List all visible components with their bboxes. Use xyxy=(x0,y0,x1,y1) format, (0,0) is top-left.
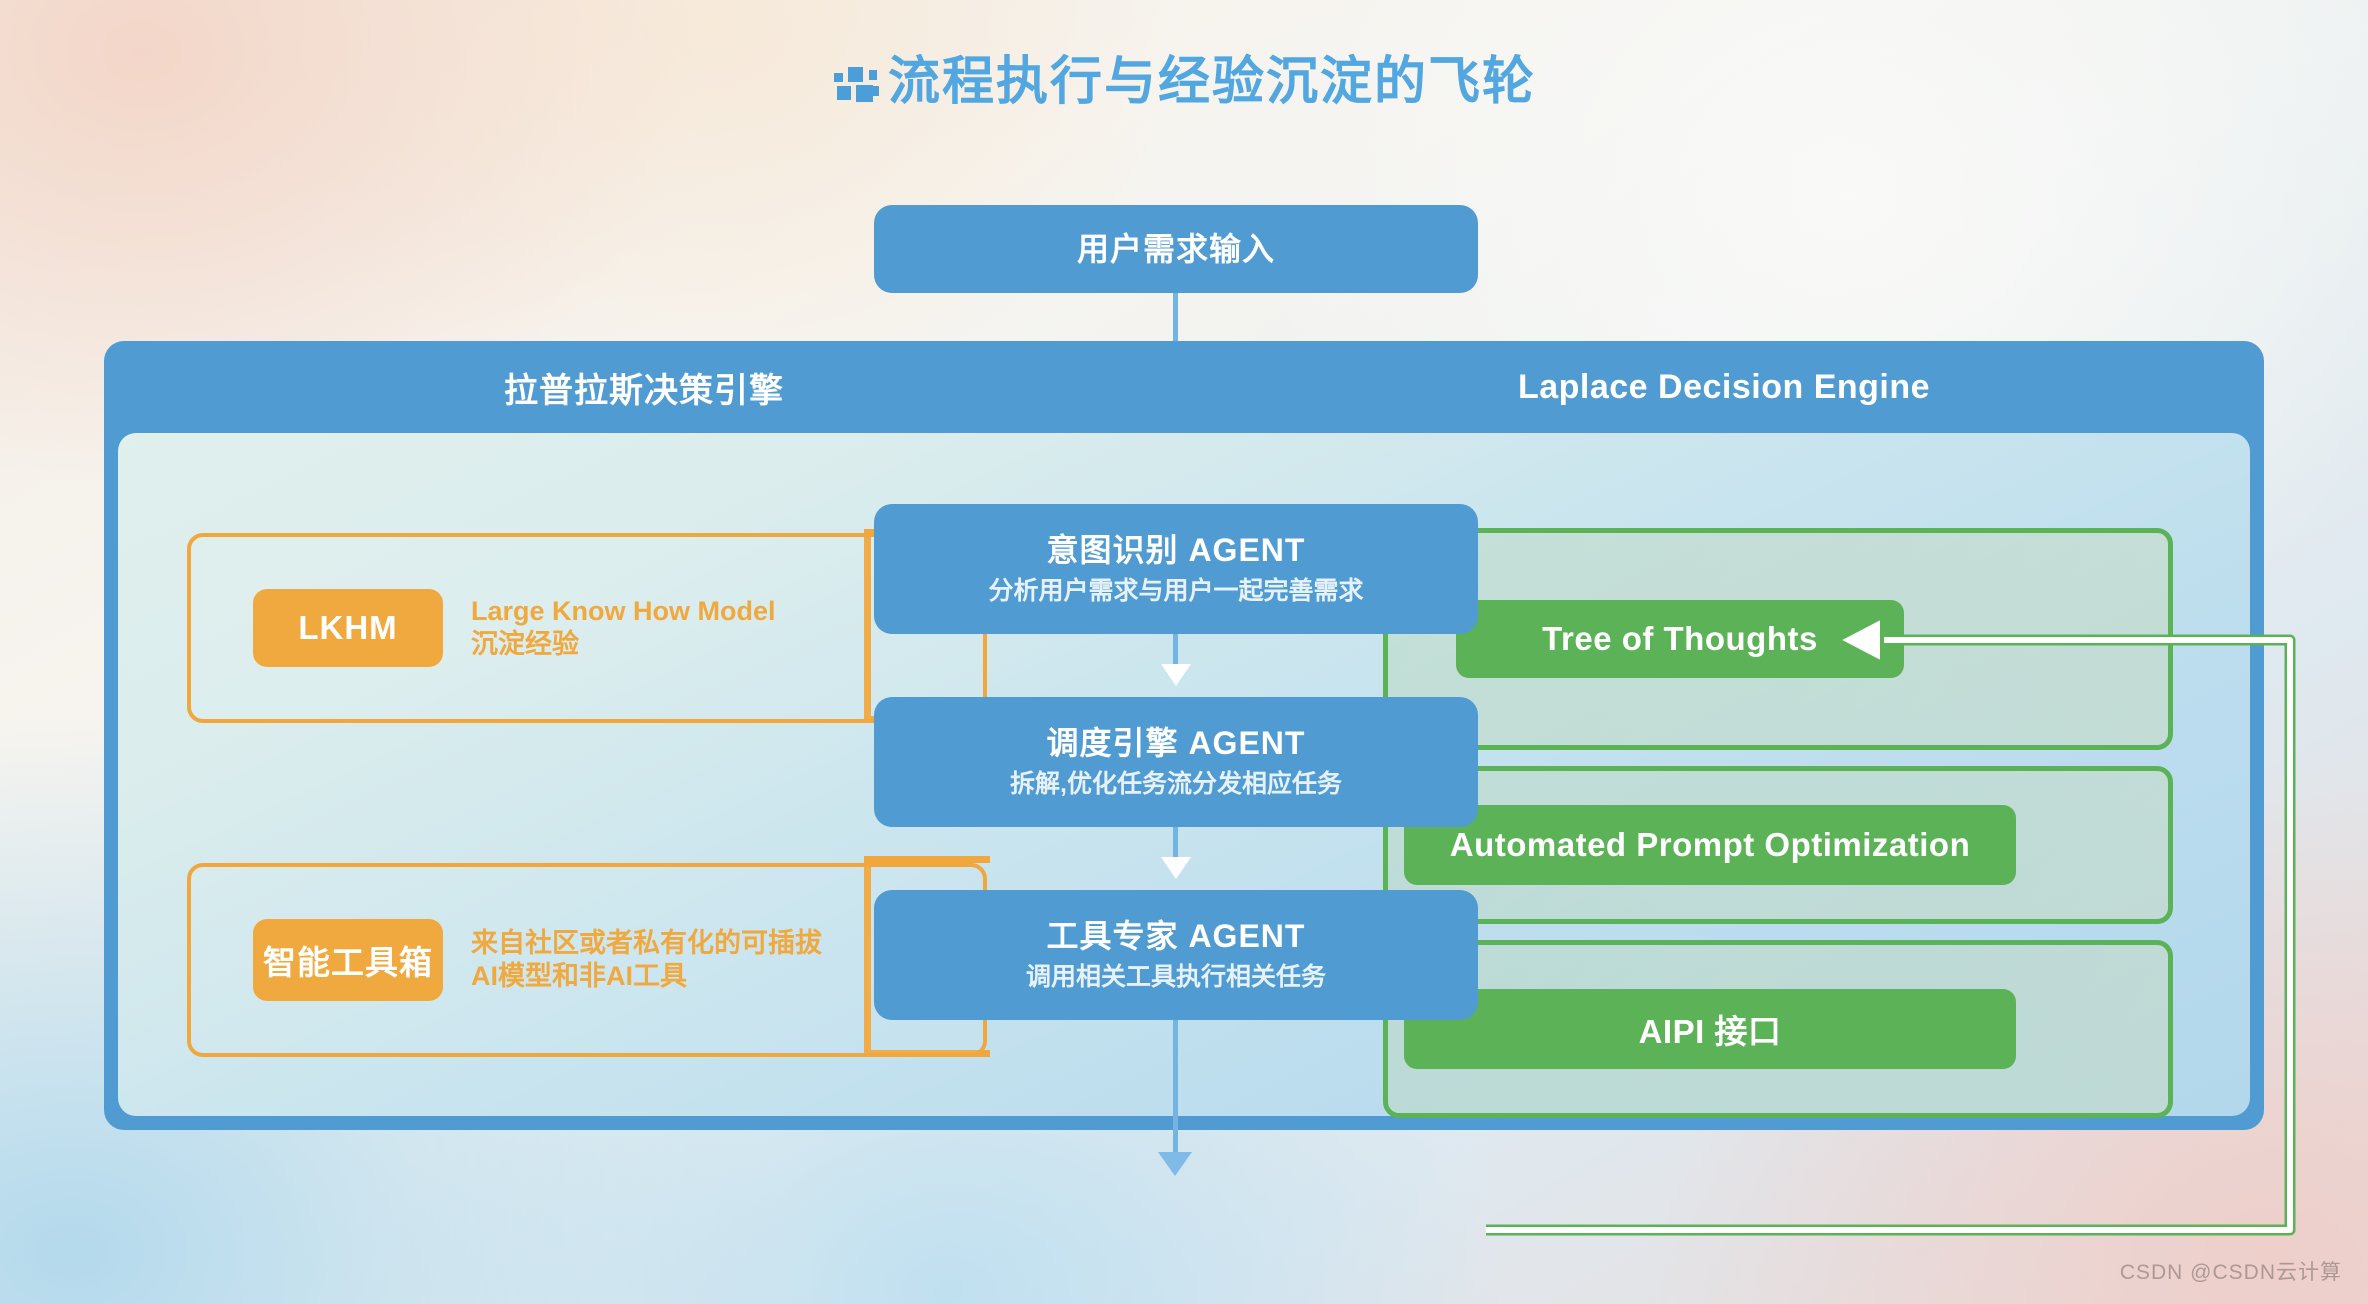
page-title-text: 流程执行与经验沉淀的飞轮 xyxy=(887,53,1536,111)
node-tool-expert-agent-subtitle: 调用相关工具执行相关任务 xyxy=(1025,963,1326,992)
engine-title-en: Laplace Decision Engine xyxy=(1517,367,1931,406)
node-scheduling-engine-agent-title: 调度引擎 AGENT xyxy=(1046,725,1306,762)
node-user-input-label: 用户需求输入 xyxy=(1076,230,1275,267)
node-tool-expert-agent[interactable]: 工具专家 AGENT 调用相关工具执行相关任务 xyxy=(874,890,1478,1020)
group-toolbox: 智能工具箱 来自社区或者私有化的可插拔 AI模型和非AI工具 xyxy=(187,863,987,1057)
node-user-input[interactable]: 用户需求输入 xyxy=(874,205,1478,293)
engine-title-cn: 拉普拉斯决策引擎 xyxy=(504,371,784,410)
chip-toolbox[interactable]: 智能工具箱 xyxy=(253,919,443,1001)
squares-cluster-icon xyxy=(832,64,879,102)
node-intent-recognition-agent-title: 意图识别 AGENT xyxy=(1046,532,1306,569)
connector-toolbox-top xyxy=(864,856,990,863)
node-scheduling-engine-agent-subtitle: 拆解,优化任务流分发相应任务 xyxy=(1010,770,1342,799)
toolbox-description-line1: 来自社区或者私有化的可插拔 xyxy=(471,927,822,958)
page-title: 流程执行与经验沉淀的飞轮 xyxy=(0,56,2368,108)
toolbox-description: 来自社区或者私有化的可插拔 AI模型和非AI工具 xyxy=(471,927,822,994)
diagram-canvas: 流程执行与经验沉淀的飞轮 用户需求输入 拉普拉斯决策引擎 Laplace Dec… xyxy=(0,0,2368,1304)
arrow-agent2-to-agent3-icon xyxy=(1161,857,1191,879)
connector-agent3-to-return xyxy=(1173,1020,1178,1160)
chip-automated-prompt-optimization[interactable]: Automated Prompt Optimization xyxy=(1404,805,2016,885)
watermark: CSDN @CSDN云计算 xyxy=(2119,1261,2342,1284)
node-intent-recognition-agent-subtitle: 分析用户需求与用户一起完善需求 xyxy=(988,577,1364,606)
group-tree-of-thoughts: Tree of Thoughts xyxy=(1383,528,2173,750)
group-lkhm: LKHM Large Know How Model 沉淀经验 xyxy=(187,533,987,723)
node-intent-recognition-agent[interactable]: 意图识别 AGENT 分析用户需求与用户一起完善需求 xyxy=(874,504,1478,634)
arrow-agent1-to-agent2-icon xyxy=(1161,664,1191,686)
engine-header: 拉普拉斯决策引擎 Laplace Decision Engine xyxy=(104,341,2264,433)
node-scheduling-engine-agent[interactable]: 调度引擎 AGENT 拆解,优化任务流分发相应任务 xyxy=(874,697,1478,827)
toolbox-description-line2: AI模型和非AI工具 xyxy=(471,961,687,991)
lkhm-description-line1: Large Know How Model xyxy=(471,595,776,626)
node-tool-expert-agent-title: 工具专家 AGENT xyxy=(1046,918,1306,955)
connector-input-to-engine xyxy=(1173,293,1178,341)
chip-lkhm[interactable]: LKHM xyxy=(253,589,443,667)
group-automated-prompt-optimization: Automated Prompt Optimization xyxy=(1383,766,2173,924)
group-aipi: AIPI 接口 xyxy=(1383,940,2173,1118)
chip-aipi-interface[interactable]: AIPI 接口 xyxy=(1404,989,2016,1069)
lkhm-description-line2: 沉淀经验 xyxy=(471,629,579,659)
lkhm-description: Large Know How Model 沉淀经验 xyxy=(471,595,776,662)
arrow-into-return-icon xyxy=(1158,1152,1192,1176)
chip-tree-of-thoughts[interactable]: Tree of Thoughts xyxy=(1456,600,1904,678)
